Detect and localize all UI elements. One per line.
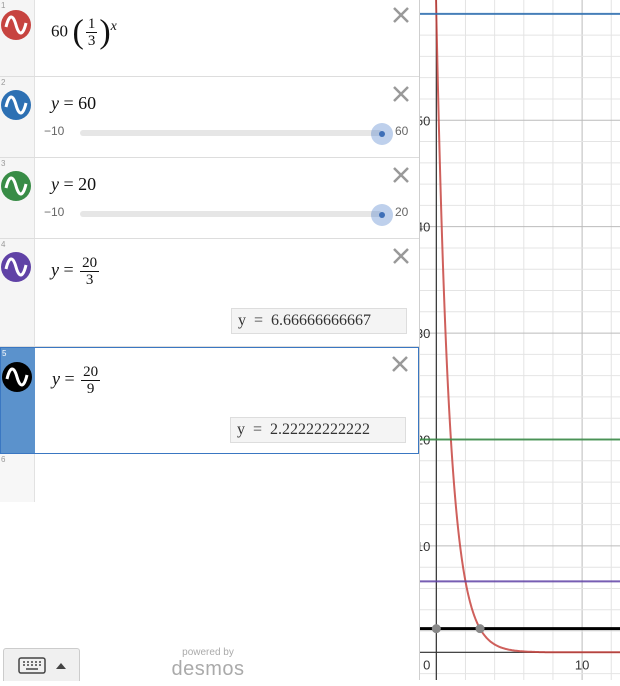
graph-color-icon[interactable] [1, 171, 31, 201]
powered-by-logo[interactable]: powered by desmos [168, 647, 248, 681]
equation-rhs: 20 [78, 174, 97, 194]
expression-gutter[interactable]: 1 [0, 0, 35, 76]
equation-rhs: 60 [78, 93, 97, 113]
expression-gutter[interactable]: 3 [0, 158, 35, 238]
expression-index: 1 [1, 1, 6, 10]
graph-color-icon[interactable] [1, 10, 31, 40]
slider-track[interactable] [80, 130, 382, 136]
expression-gutter[interactable]: 6 [0, 454, 35, 502]
close-icon[interactable] [391, 246, 411, 266]
evaluation-output: y = 2.22222222222 [230, 417, 406, 443]
fraction-denominator: 9 [86, 381, 95, 397]
expression-row-5[interactable]: 5 y = 20 9 y = 2.22222222222 [0, 347, 419, 454]
exponential-curve [435, 0, 620, 654]
slider-min[interactable]: −10 [44, 124, 64, 138]
expression-formula[interactable]: y = 20 3 [51, 255, 101, 288]
fraction-numerator: 20 [80, 255, 100, 272]
x-tick-label: 10 [575, 657, 589, 672]
slider-handle[interactable] [371, 204, 393, 226]
y-tick-label: 30 [420, 326, 430, 341]
equation-lhs: y [52, 368, 60, 389]
graph-canvas[interactable]: 1020304050010 [416, 0, 620, 680]
expression-index: 6 [1, 455, 6, 464]
expression-index: 2 [1, 78, 6, 87]
equation-lhs: y [51, 93, 59, 113]
value-slider[interactable]: −10 20 [42, 203, 412, 226]
slider-max[interactable]: 20 [395, 205, 408, 219]
equation-lhs: y [51, 174, 59, 194]
expression-gutter[interactable]: 5 [1, 348, 35, 453]
intersection-point [475, 624, 485, 634]
keyboard-toggle-button[interactable] [3, 648, 80, 681]
y-tick-label: 40 [420, 220, 430, 235]
fraction: 20 9 [81, 364, 101, 397]
expression-index: 5 [2, 349, 7, 358]
fraction-numerator: 20 [81, 364, 101, 381]
keyboard-icon [18, 657, 66, 674]
y-tick-label: 10 [420, 539, 430, 554]
slider-track[interactable] [80, 211, 382, 217]
expression-row-2[interactable]: 2 y = 60 −10 60 [0, 77, 419, 158]
expression-gutter[interactable]: 4 [0, 239, 35, 346]
close-icon[interactable] [390, 354, 410, 374]
expression-index: 4 [1, 240, 6, 249]
evaluation-output: y = 6.66666666667 [231, 308, 407, 334]
expression-formula[interactable]: 60 (1 3)x [51, 15, 117, 49]
expression-index: 3 [1, 159, 6, 168]
value-slider[interactable]: −10 60 [42, 122, 412, 145]
intersection-point [431, 624, 441, 634]
graph-color-icon[interactable] [1, 252, 31, 282]
graph-color-icon[interactable] [1, 90, 31, 120]
fraction: 20 3 [80, 255, 100, 288]
expression-row-6[interactable]: 6 [0, 454, 419, 502]
powered-by-text: powered by [182, 647, 234, 658]
desmos-logo: desmos [171, 658, 245, 680]
x-tick-label: 0 [423, 657, 430, 672]
fraction-denominator: 3 [85, 272, 94, 288]
expression-formula[interactable]: y = 20 [51, 174, 96, 195]
slider-max[interactable]: 60 [395, 124, 408, 138]
equation-lhs: y [51, 259, 59, 280]
slider-handle[interactable] [371, 123, 393, 145]
expression-row-3[interactable]: 3 y = 20 −10 20 [0, 158, 419, 239]
expression-formula[interactable]: y = 20 9 [52, 364, 102, 397]
expression-list: 1 60 (1 3)x 2 y = 60 −10 60 3 y = 20 −1… [0, 0, 420, 681]
expression-formula[interactable]: y = 60 [51, 93, 96, 114]
graph-color-icon[interactable] [2, 362, 32, 392]
close-icon[interactable] [391, 5, 411, 25]
close-icon[interactable] [391, 165, 411, 185]
graph-paper[interactable]: 1020304050010 [416, 0, 620, 680]
y-tick-label: 50 [420, 113, 430, 128]
expression-gutter[interactable]: 2 [0, 77, 35, 157]
expression-row-4[interactable]: 4 y = 20 3 y = 6.66666666667 [0, 239, 419, 347]
close-icon[interactable] [391, 84, 411, 104]
expression-row-1[interactable]: 1 60 (1 3)x [0, 0, 419, 77]
slider-min[interactable]: −10 [44, 205, 64, 219]
